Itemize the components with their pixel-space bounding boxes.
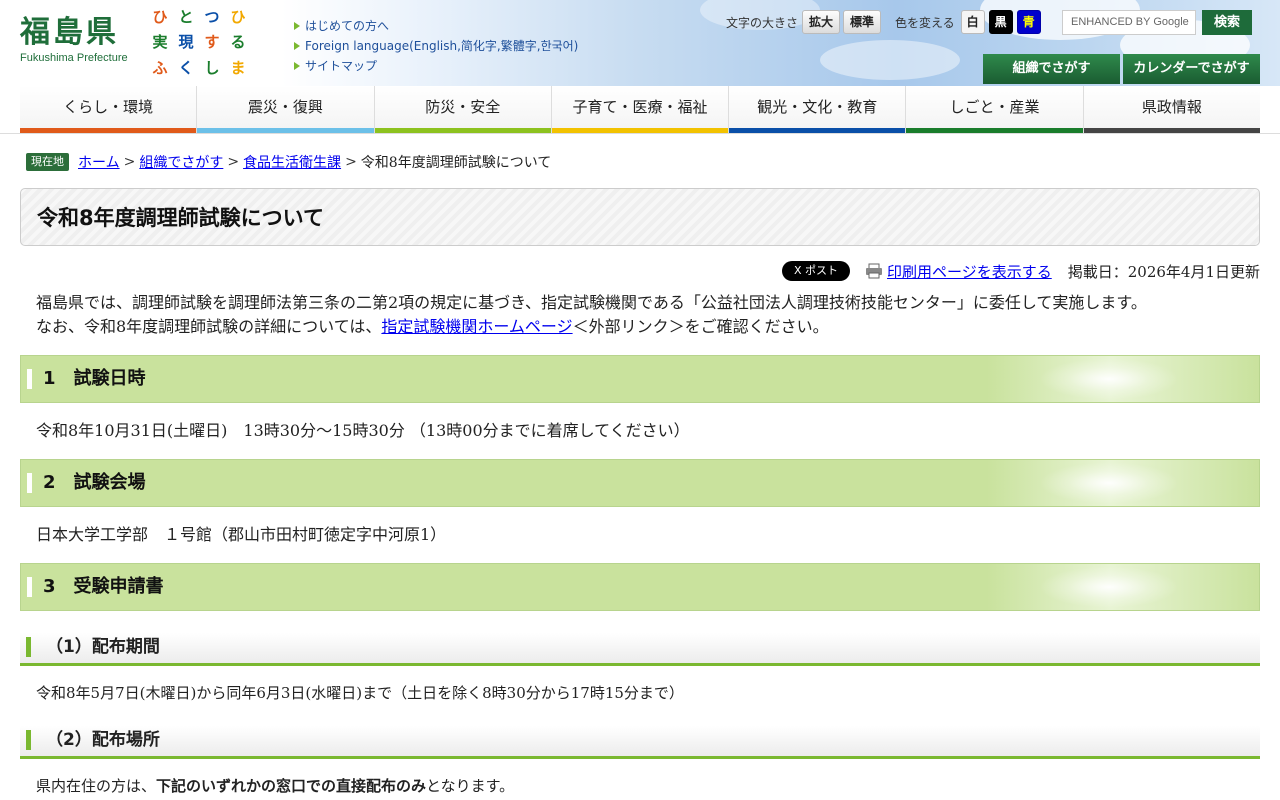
nav-item-label: くらし・環境 (63, 98, 154, 116)
triangle-icon (294, 62, 300, 70)
x-post-button[interactable]: X ポスト (781, 261, 851, 281)
breadcrumb-separator: > (345, 154, 357, 170)
section-heading-application: 3 受験申請書 (20, 563, 1260, 611)
site-header: 福島県 Fukushima Prefecture ひ と つ ひ 実 現 す る… (0, 0, 1280, 86)
subsection-heading-distribution-period: （1）配布期間 (20, 633, 1260, 666)
site-logo[interactable]: 福島県 Fukushima Prefecture (20, 15, 128, 65)
nav-item-label: 観光・文化・教育 (757, 98, 878, 116)
slogan-char: す (204, 33, 220, 52)
font-size-label: 文字の大きさ (726, 15, 799, 30)
slogan-char: ひ (152, 8, 168, 26)
search-input[interactable]: ENHANCED BY Google (1062, 10, 1196, 35)
quick-link-label: はじめての方へ (305, 19, 390, 33)
triangle-icon (294, 42, 300, 50)
nav-color-bar (20, 128, 197, 133)
slogan-char: る (230, 33, 246, 52)
slogan-logo: ひ と つ ひ 実 現 す る ふ く し ま (148, 6, 250, 80)
color-black-button[interactable]: 黒 (988, 10, 1013, 34)
print-page-link[interactable]: 印刷用ページを表示する (887, 261, 1052, 282)
nav-color-bar (551, 128, 729, 133)
breadcrumb-current: 令和8年度調理師試験について (360, 155, 552, 171)
font-size-standard-button[interactable]: 標準 (843, 10, 882, 34)
nav-color-bar (197, 128, 374, 133)
intro-line-2: なお、令和8年度調理師試験の詳細については、指定試験機関ホームページ＜外部リンク… (36, 315, 1244, 339)
breadcrumb-department-link[interactable]: 食品生活衛生課 (243, 152, 341, 172)
intro-line-1: 福島県では、調理師試験を調理師法第三条の二第2項の規定に基づき、指定試験機関であ… (36, 293, 1147, 312)
breadcrumb-separator: > (123, 154, 136, 170)
printer-icon (865, 263, 883, 279)
breadcrumb-organization-link[interactable]: 組織でさがす (139, 152, 223, 172)
header-green-buttons: 組織でさがす カレンダーでさがす (983, 54, 1263, 84)
section-body-exam-date: 令和8年10月31日(土曜日) 13時30分～15時30分 （13時00分までに… (36, 421, 690, 440)
section-heading-exam-date: 1 試験日時 (20, 355, 1260, 403)
nav-divider (0, 133, 1280, 134)
nav-item-safety[interactable]: 防災・安全 (373, 86, 551, 133)
search-by-calendar-button[interactable]: カレンダーでさがす (1123, 54, 1260, 84)
intro-text: 福島県では、調理師試験を調理師法第三条の二第2項の規定に基づき、指定試験機関であ… (36, 291, 1244, 339)
font-size-enlarge-button[interactable]: 拡大 (802, 10, 841, 34)
breadcrumb: 現在地 ホーム > 組織でさがす > 食品生活衛生課 > 令和8年度調理師試験に… (26, 152, 1280, 172)
nav-color-bar (906, 128, 1083, 133)
intro-post: ＜外部リンク＞をご確認ください。 (572, 317, 829, 336)
search-by-organization-button[interactable]: 組織でさがす (983, 54, 1120, 84)
slogan-char: つ (204, 8, 220, 26)
nav-item-tourism-culture[interactable]: 観光・文化・教育 (728, 86, 906, 133)
distribution-place-pre: 県内在住の方は、 (36, 777, 157, 795)
nav-item-label: 震災・復興 (247, 98, 323, 116)
nav-item-label: しごと・産業 (949, 98, 1040, 116)
page-meta: X ポスト 印刷用ページを表示する 掲載日：2026年4月1日更新 (20, 260, 1260, 282)
color-blue-button[interactable]: 青 (1016, 10, 1041, 34)
quick-link-foreign-language[interactable]: Foreign language(English,简化字,繁體字,한국어) (294, 36, 578, 56)
nav-item-prefecture-info[interactable]: 県政情報 (1082, 86, 1260, 133)
subsection-heading-distribution-place: （2）配布場所 (20, 726, 1260, 759)
nav-color-bar (374, 128, 551, 133)
nav-item-label: 子育て・医療・福祉 (572, 98, 708, 116)
slogan-char: 実 (152, 33, 168, 52)
nav-item-life-environment[interactable]: くらし・環境 (20, 86, 197, 133)
quick-link-label: Foreign language(English,简化字,繁體字,한국어) (305, 39, 579, 53)
search-button[interactable]: 検索 (1202, 10, 1252, 35)
nav-item-welfare[interactable]: 子育て・医療・福祉 (550, 86, 729, 133)
posted-date: 掲載日：2026年4月1日更新 (1067, 262, 1260, 281)
color-label: 色を変える (895, 15, 955, 30)
color-white-button[interactable]: 白 (960, 10, 985, 34)
slogan-char: ふ (152, 58, 168, 77)
slogan-char: 現 (178, 33, 194, 52)
designated-org-link[interactable]: 指定試験機関ホームページ (381, 317, 572, 336)
distribution-place-bold: 下記のいずれかの窓口での直接配布のみ (156, 777, 427, 795)
subsection-body-distribution-place: 県内在住の方は、下記のいずれかの窓口での直接配布のみとなります。 (36, 775, 1244, 797)
global-nav: くらし・環境 震災・復興 防災・安全 子育て・医療・福祉 観光・文化・教育 しご… (20, 86, 1260, 133)
breadcrumb-home-link[interactable]: ホーム (78, 152, 120, 172)
quick-link-sitemap[interactable]: サイトマップ (294, 56, 578, 76)
slogan-char: と (178, 8, 194, 26)
nav-color-bar (729, 128, 906, 133)
slogan-char: ひ (230, 8, 246, 26)
slogan-char: ま (230, 58, 246, 77)
subsection-body-distribution-period: 令和8年5月7日(木曜日)から同年6月3日(水曜日)まで（土日を除く8時30分か… (36, 684, 684, 702)
page-title: 令和8年度調理師試験について (20, 188, 1260, 246)
nav-item-work-industry[interactable]: しごと・産業 (905, 86, 1083, 133)
slogan-char: く (178, 58, 194, 77)
nav-item-disaster-recovery[interactable]: 震災・復興 (196, 86, 374, 133)
logo-en: Fukushima Prefecture (20, 52, 128, 64)
slogan-char: し (204, 58, 220, 77)
logo-kanji: 福島県 (20, 15, 119, 50)
accessibility-tools: 文字の大きさ 拡大 標準 色を変える 白 黒 青 (726, 10, 1045, 34)
quick-links: はじめての方へ Foreign language(English,简化字,繁體字… (294, 16, 578, 76)
nav-item-label: 県政情報 (1141, 98, 1202, 116)
section-body-exam-venue: 日本大学工学部 １号館（郡山市田村町徳定字中河原1） (36, 525, 447, 544)
quick-link-label: サイトマップ (305, 59, 378, 73)
quick-link-first-visit[interactable]: はじめての方へ (294, 16, 578, 36)
intro-pre: なお、令和8年度調理師試験の詳細については、 (36, 317, 382, 336)
triangle-icon (294, 22, 300, 30)
nav-item-label: 防災・安全 (425, 98, 501, 116)
site-search: ENHANCED BY Google 検索 (1062, 10, 1252, 35)
here-badge: 現在地 (26, 153, 69, 171)
section-heading-exam-venue: 2 試験会場 (20, 459, 1260, 507)
nav-color-bar (1083, 128, 1260, 133)
distribution-place-post: となります。 (426, 777, 515, 795)
breadcrumb-separator: > (227, 154, 240, 170)
